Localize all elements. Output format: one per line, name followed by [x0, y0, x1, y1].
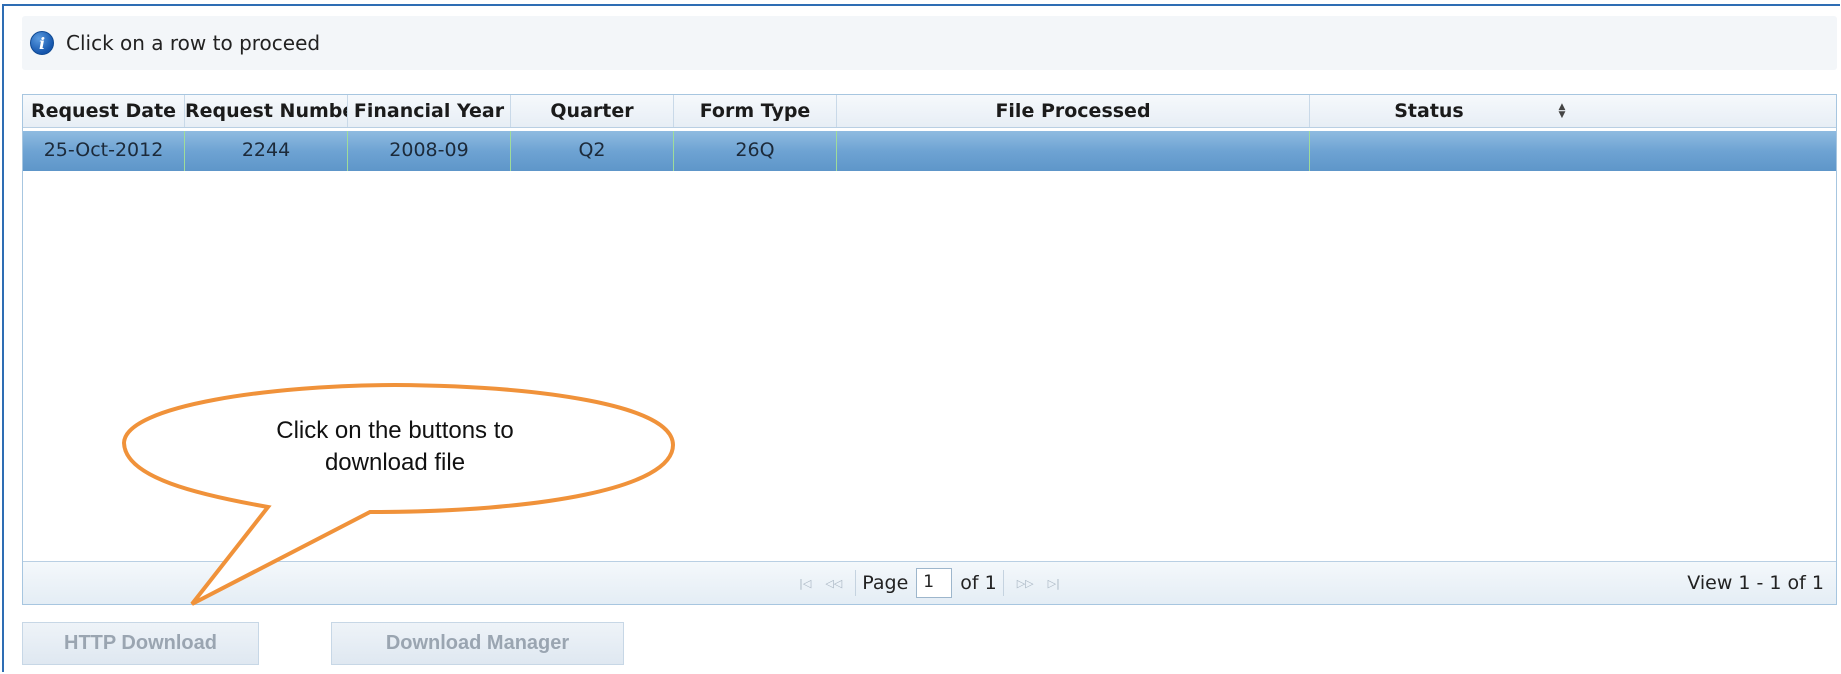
cell-request-date: 25-Oct-2012 — [23, 131, 185, 171]
info-bar: i Click on a row to proceed — [22, 16, 1837, 70]
table-row[interactable]: 25-Oct-2012 2244 2008-09 Q2 26Q — [23, 131, 1836, 171]
callout-line-2: download file — [324, 449, 466, 476]
first-page-icon[interactable]: |◁ — [799, 577, 811, 590]
pager-divider — [855, 570, 857, 596]
column-header-quarter[interactable]: Quarter — [511, 95, 674, 127]
cell-financial-year: 2008-09 — [348, 131, 511, 171]
pager-divider — [1002, 570, 1004, 596]
page-number-input[interactable]: 1 — [916, 568, 953, 598]
requests-grid: Request Date Request Number Financial Ye… — [22, 94, 1837, 605]
column-header-financial-year[interactable]: Financial Year — [348, 95, 511, 127]
cell-request-number: 2244 — [185, 131, 348, 171]
last-page-icon[interactable]: ▷| — [1048, 577, 1060, 590]
http-download-button[interactable]: HTTP Download — [22, 622, 259, 665]
grid-header: Request Date Request Number Financial Ye… — [23, 95, 1836, 128]
callout-text: Click on the buttons to download file — [230, 415, 560, 479]
callout-line-1: Click on the buttons to — [276, 417, 514, 444]
next-page-icon[interactable]: ▷▷ — [1017, 577, 1034, 590]
download-manager-button[interactable]: Download Manager — [331, 622, 624, 665]
page-total-label: of 1 — [960, 572, 997, 594]
cell-file-processed — [837, 131, 1310, 171]
cell-quarter: Q2 — [511, 131, 674, 171]
column-header-request-number[interactable]: Request Number — [185, 95, 348, 127]
info-icon: i — [30, 31, 54, 55]
previous-page-icon[interactable]: ◁◁ — [825, 577, 842, 590]
column-header-file-processed[interactable]: File Processed — [837, 95, 1310, 127]
column-header-form-type[interactable]: Form Type — [674, 95, 837, 127]
view-count: View 1 - 1 of 1 — [1687, 572, 1824, 594]
pager: |◁ ◁◁ Page 1 of 1 ▷▷ ▷| View 1 - 1 of 1 — [23, 561, 1836, 604]
sort-arrows-icon[interactable]: ▲ ▼ — [1548, 95, 1576, 127]
column-header-request-date[interactable]: Request Date — [23, 95, 185, 127]
column-header-status[interactable]: Status — [1310, 95, 1548, 127]
info-message: Click on a row to proceed — [66, 31, 321, 55]
cell-form-type: 26Q — [674, 131, 837, 171]
grid-body: 25-Oct-2012 2244 2008-09 Q2 26Q — [23, 129, 1836, 563]
page-label: Page — [862, 572, 909, 594]
cell-status — [1310, 131, 1574, 171]
